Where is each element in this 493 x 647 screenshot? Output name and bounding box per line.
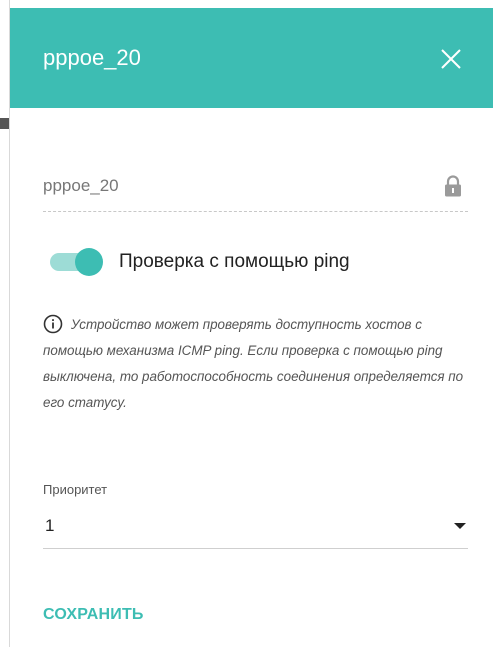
connection-name-field: pppoe_20 <box>43 165 468 212</box>
ping-check-label: Проверка с помощью ping <box>119 251 350 272</box>
ping-check-toggle[interactable]: Проверка с помощью ping <box>50 244 470 280</box>
panel-title: pppoe_20 <box>43 45 141 70</box>
panel-header: pppoe_20 <box>10 8 493 108</box>
info-text: Устройство может проверять доступность х… <box>43 317 464 410</box>
info-icon <box>43 314 63 334</box>
edit-connection-panel: pppoe_20 pppoe_20 Проверка с помощью pin… <box>10 0 493 647</box>
caret-down-icon <box>454 523 466 529</box>
info-note: Устройство может проверять доступность х… <box>43 312 471 416</box>
priority-label: Приоритет <box>43 482 108 497</box>
background-page-edge <box>0 0 10 647</box>
connection-name-value: pppoe_20 <box>43 176 119 195</box>
priority-value: 1 <box>45 516 55 535</box>
background-marker <box>0 118 9 129</box>
close-button[interactable] <box>438 46 464 72</box>
save-button[interactable]: СОХРАНИТЬ <box>43 606 144 624</box>
close-icon <box>441 49 461 69</box>
toggle-knob[interactable] <box>75 248 103 276</box>
lock-icon <box>445 175 461 197</box>
priority-select[interactable]: 1 <box>43 508 468 549</box>
